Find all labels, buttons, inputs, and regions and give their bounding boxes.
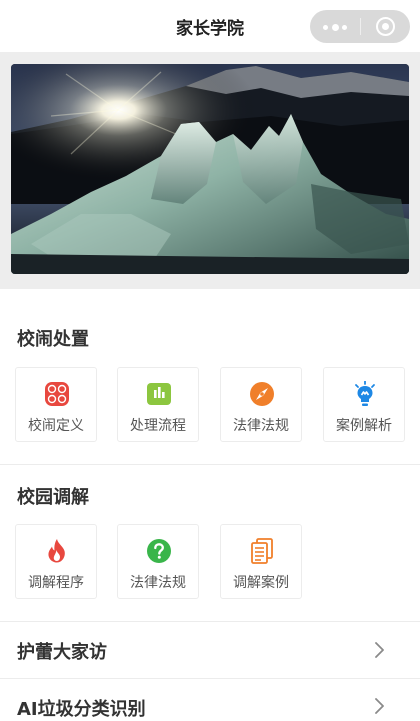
lightbulb-icon <box>355 381 375 406</box>
grid-item-mediation-procedure[interactable]: 调解程序 <box>15 524 97 599</box>
more-dot-icon <box>342 25 347 30</box>
more-dot-icon <box>332 24 339 31</box>
row-label: 护蕾大家访 <box>17 642 107 663</box>
grid-item-label: 案例解析 <box>336 418 392 434</box>
more-button[interactable] <box>310 10 359 43</box>
grid-item-laws[interactable]: 法律法规 <box>220 367 302 442</box>
grid-item-label: 调解案例 <box>233 575 289 591</box>
grid-item-mediation-cases[interactable]: 调解案例 <box>220 524 302 599</box>
grid-item-label: 处理流程 <box>130 418 186 434</box>
row-ai-garbage-classification[interactable]: AI垃圾分类识别 <box>0 679 420 720</box>
compass-icon <box>250 382 274 406</box>
campus-mediation-section: 校园调解 调解程序 法律法规 调解案例 <box>0 465 420 620</box>
grid-item-label: 校闹定义 <box>28 418 84 434</box>
grid-item-process[interactable]: 处理流程 <box>117 367 199 442</box>
section-title: 校园调解 <box>17 487 89 508</box>
row-family-visit[interactable]: 护蕾大家访 <box>0 622 420 678</box>
grid-icon <box>45 382 69 406</box>
more-dot-icon <box>323 25 328 30</box>
glacier-scene-icon <box>11 64 409 274</box>
grid-item-label: 法律法规 <box>233 418 289 434</box>
chart-icon <box>147 383 171 405</box>
target-center-icon <box>382 23 389 30</box>
chevron-right-icon <box>375 642 384 658</box>
grid-item-definition[interactable]: 校闹定义 <box>15 367 97 442</box>
grid-item-label: 调解程序 <box>28 575 84 591</box>
school-disturbance-section: 校闹处置 校闹定义 处理流程 法律法规 案例解析 <box>0 289 420 464</box>
chevron-right-icon <box>375 698 384 714</box>
banner-image[interactable] <box>11 64 409 274</box>
capsule-menu <box>310 10 410 43</box>
section-title: 校闹处置 <box>17 329 89 350</box>
navigation-bar: 家长学院 <box>0 0 420 52</box>
document-icon <box>251 538 273 564</box>
flame-icon <box>48 539 65 563</box>
row-label: AI垃圾分类识别 <box>17 699 146 720</box>
banner-area <box>0 52 420 289</box>
close-miniprogram-button[interactable] <box>361 10 410 43</box>
grid-item-case-analysis[interactable]: 案例解析 <box>323 367 405 442</box>
grid-item-mediation-laws[interactable]: 法律法规 <box>117 524 199 599</box>
grid-item-label: 法律法规 <box>130 575 186 591</box>
question-icon <box>147 539 171 563</box>
